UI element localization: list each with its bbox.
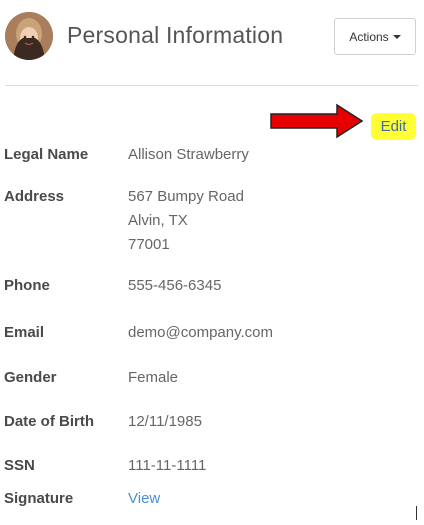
email-label: Email [4,324,45,341]
page-header: Personal Information Actions [0,0,424,86]
gender-label: Gender [4,369,57,386]
gender-value: Female [128,369,179,386]
actions-dropdown-button[interactable]: Actions [334,18,416,55]
edit-link[interactable]: Edit [371,113,416,140]
actions-button-label: Actions [349,29,389,44]
address-label: Address [4,188,65,205]
text-cursor [416,506,417,520]
avatar-image [5,12,53,60]
address-line-3: 77001 [128,236,170,253]
address-value: 567 Bumpy Road Alvin, TX 77001 [128,185,244,257]
legal-name-value: Allison Strawberry [128,146,249,163]
avatar [5,12,53,60]
ssn-value: 111-11-1111 [128,457,207,474]
dob-label: Date of Birth [4,413,94,430]
address-line-2: Alvin, TX [128,212,188,229]
header-divider [5,85,418,86]
page-title: Personal Information [67,22,284,48]
caret-down-icon [392,35,401,39]
ssn-label: SSN [4,457,35,474]
phone-value: 555-456-6345 [128,277,222,294]
red-arrow-annotation-icon [270,103,364,139]
email-value: demo@company.com [128,324,274,341]
phone-label: Phone [4,277,50,294]
legal-name-label: Legal Name [4,146,89,163]
address-line-1: 567 Bumpy Road [128,188,244,205]
signature-view-link[interactable]: View [128,487,160,511]
dob-value: 12/11/1985 [128,413,202,430]
signature-label: Signature [4,490,74,507]
